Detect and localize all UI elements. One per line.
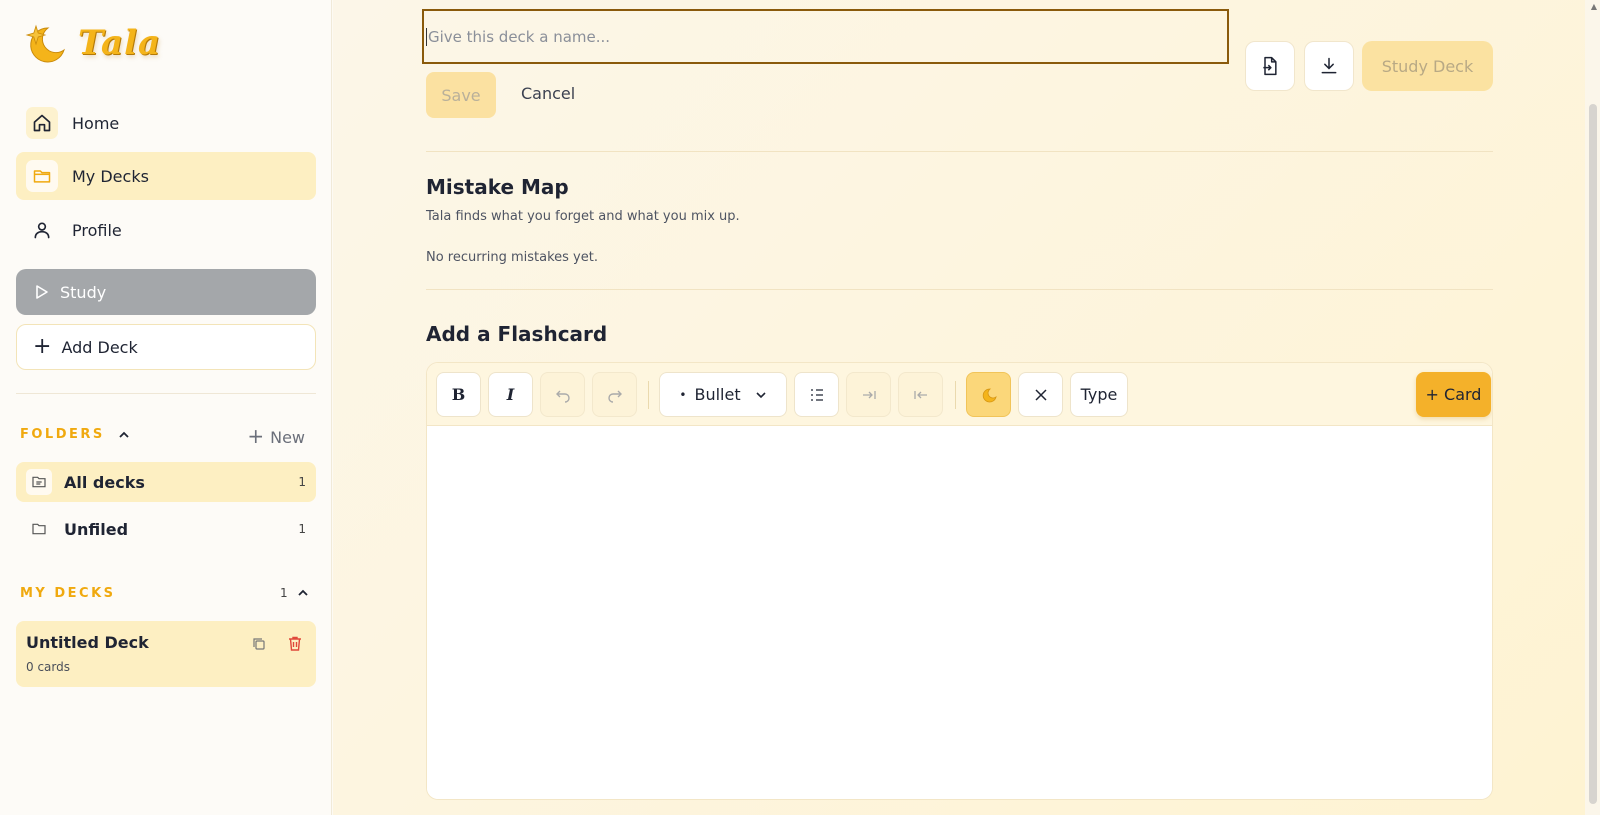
toolbar-separator bbox=[955, 381, 956, 409]
file-import-icon bbox=[1263, 56, 1277, 76]
moon-icon bbox=[982, 388, 997, 402]
my-decks-heading: MY DECKS bbox=[20, 586, 116, 601]
indent-button[interactable] bbox=[846, 372, 891, 417]
toolbar-separator bbox=[648, 381, 649, 409]
bullet-icon: • bbox=[679, 387, 687, 402]
folder-icon bbox=[26, 516, 52, 542]
nav-home-label: Home bbox=[72, 113, 120, 133]
study-button-label: Study bbox=[60, 282, 107, 302]
folder-label: All decks bbox=[64, 472, 145, 492]
indent-icon bbox=[862, 390, 876, 399]
nav-my-decks-label: My Decks bbox=[72, 166, 149, 186]
moon-star-icon bbox=[25, 24, 65, 63]
redo-button[interactable] bbox=[592, 372, 637, 417]
deck-card-count: 0 cards bbox=[26, 660, 70, 674]
redo-icon bbox=[607, 390, 622, 403]
save-button[interactable]: Save bbox=[426, 72, 496, 118]
folder-all-decks[interactable]: All decks 1 bbox=[16, 462, 316, 502]
plus-icon: + bbox=[247, 424, 265, 448]
folder-unfiled[interactable]: Unfiled 1 bbox=[16, 509, 316, 549]
user-icon bbox=[26, 214, 58, 246]
new-folder-button[interactable]: + New bbox=[247, 424, 305, 448]
download-button[interactable] bbox=[1304, 41, 1354, 91]
sidebar: Tala Home My Decks Profile Study + Add D… bbox=[0, 0, 332, 815]
list-style-value: Bullet bbox=[694, 385, 741, 404]
deck-name-input[interactable]: Give this deck a name... bbox=[422, 9, 1229, 64]
deck-item[interactable]: Untitled Deck 0 cards bbox=[16, 621, 316, 687]
study-button[interactable]: Study bbox=[16, 269, 316, 315]
my-decks-toggle[interactable]: 1 bbox=[280, 586, 310, 600]
checklist-button[interactable] bbox=[794, 372, 839, 417]
add-flashcard-title: Add a Flashcard bbox=[426, 322, 608, 346]
flashcard-editor: B I • Bullet Type + Card bbox=[426, 362, 1493, 800]
folder-icon bbox=[26, 160, 58, 192]
text-cursor bbox=[426, 27, 427, 46]
outdent-icon bbox=[913, 390, 927, 399]
play-icon bbox=[36, 285, 48, 299]
italic-icon: I bbox=[506, 385, 515, 404]
section-divider bbox=[426, 151, 1493, 152]
folder-label: Unfiled bbox=[64, 519, 129, 539]
editor-toolbar: B I • Bullet Type + Card bbox=[427, 363, 1492, 426]
list-icon bbox=[810, 388, 823, 401]
clear-button[interactable] bbox=[1018, 372, 1063, 417]
duplicate-icon[interactable] bbox=[252, 636, 266, 655]
scroll-up-arrow[interactable]: ▲ bbox=[1591, 2, 1597, 11]
folder-count: 1 bbox=[298, 475, 306, 489]
folders-toggle[interactable]: FOLDERS bbox=[20, 427, 131, 442]
chevron-up-icon bbox=[298, 589, 308, 596]
section-divider bbox=[426, 289, 1493, 290]
logo[interactable]: Tala bbox=[24, 22, 161, 64]
add-deck-label: Add Deck bbox=[61, 337, 138, 357]
chevron-down-icon bbox=[756, 391, 766, 398]
folders-heading: FOLDERS bbox=[20, 427, 105, 442]
nav-profile[interactable]: Profile bbox=[16, 206, 316, 254]
download-icon bbox=[1321, 57, 1337, 74]
home-icon bbox=[26, 107, 58, 139]
scrollbar[interactable]: ▲ bbox=[1585, 0, 1600, 815]
folder-count: 1 bbox=[298, 522, 306, 536]
mistake-map-empty: No recurring mistakes yet. bbox=[426, 250, 598, 265]
type-label: Type bbox=[1080, 385, 1118, 404]
add-card-button[interactable]: + Card bbox=[1416, 372, 1491, 417]
close-icon bbox=[1034, 388, 1047, 401]
outdent-button[interactable] bbox=[898, 372, 943, 417]
trash-icon[interactable] bbox=[288, 636, 302, 655]
undo-button[interactable] bbox=[540, 372, 585, 417]
nav-my-decks[interactable]: My Decks bbox=[16, 152, 316, 200]
nav-home[interactable]: Home bbox=[16, 99, 316, 147]
study-deck-button[interactable]: Study Deck bbox=[1362, 41, 1493, 91]
bold-button[interactable]: B bbox=[436, 372, 481, 417]
mistake-map-subtitle: Tala finds what you forget and what you … bbox=[426, 209, 740, 224]
chevron-up-icon bbox=[119, 431, 129, 438]
deck-name-placeholder: Give this deck a name... bbox=[428, 27, 611, 46]
folder-list-icon bbox=[26, 469, 52, 495]
scrollbar-thumb[interactable] bbox=[1589, 104, 1597, 804]
app-name: Tala bbox=[78, 23, 162, 63]
mistake-map-title: Mistake Map bbox=[426, 175, 569, 199]
new-folder-label: New bbox=[270, 428, 305, 447]
cancel-button[interactable]: Cancel bbox=[521, 84, 575, 103]
undo-icon bbox=[555, 390, 570, 403]
plus-icon: + bbox=[33, 334, 52, 359]
tala-assist-button[interactable] bbox=[966, 372, 1011, 417]
nav-profile-label: Profile bbox=[72, 220, 122, 240]
add-deck-button[interactable]: + Add Deck bbox=[16, 324, 316, 370]
italic-button[interactable]: I bbox=[488, 372, 533, 417]
sidebar-divider bbox=[16, 393, 316, 394]
my-decks-count: 1 bbox=[280, 586, 288, 600]
import-button[interactable] bbox=[1245, 41, 1295, 91]
bold-icon: B bbox=[451, 385, 466, 404]
card-text-area[interactable] bbox=[427, 427, 1492, 799]
type-button[interactable]: Type bbox=[1070, 372, 1128, 417]
list-style-select[interactable]: • Bullet bbox=[659, 372, 787, 417]
